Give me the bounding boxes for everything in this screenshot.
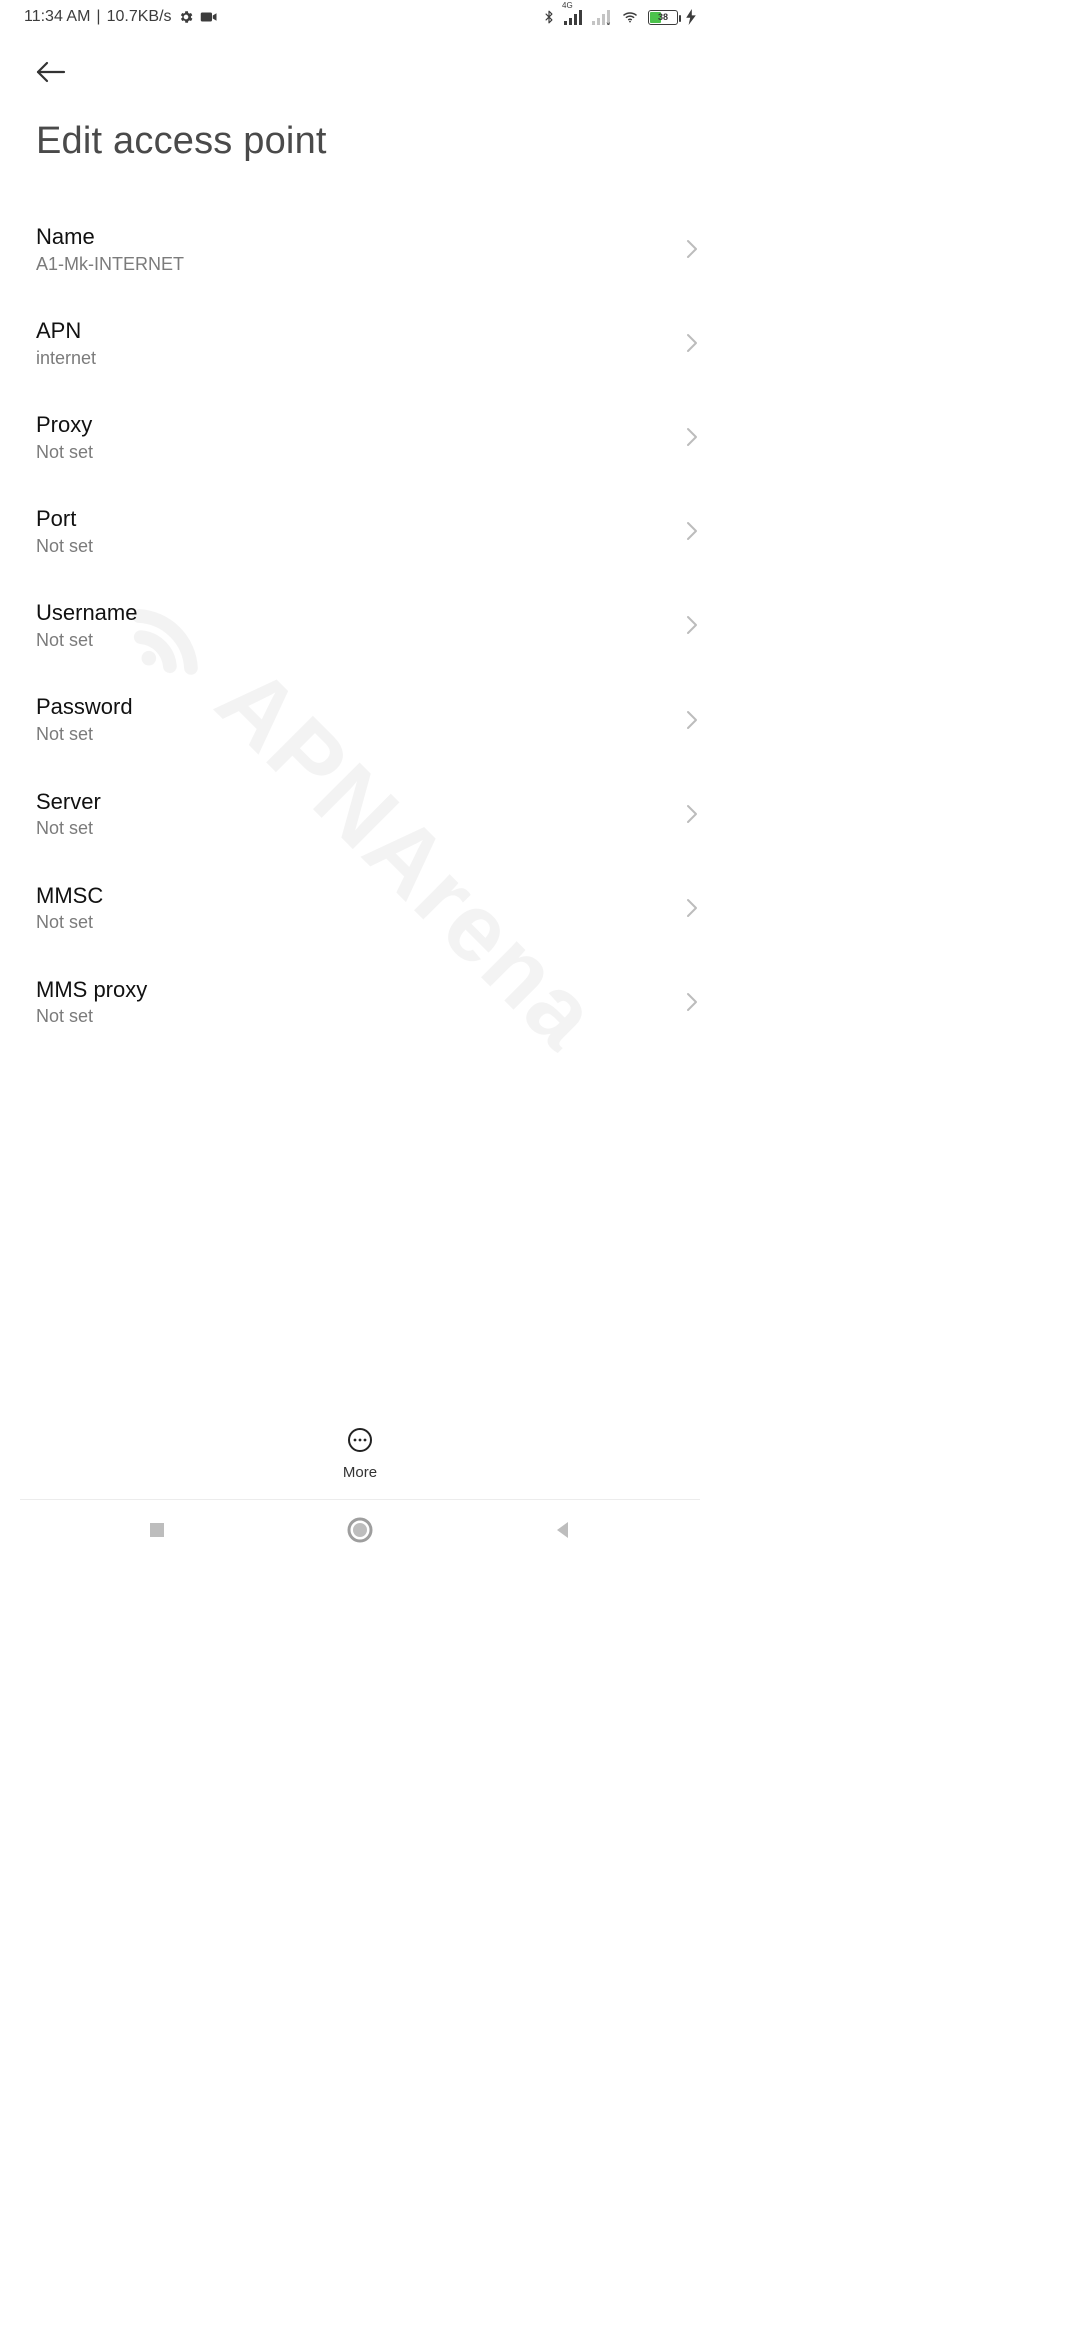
item-server[interactable]: Server Not set — [36, 768, 712, 862]
item-label: Port — [36, 505, 672, 533]
status-time: 11:34 AM — [24, 8, 90, 26]
item-password[interactable]: Password Not set — [36, 673, 712, 767]
nav-recent-button[interactable] — [137, 1510, 177, 1550]
fade-overlay — [0, 1370, 720, 1410]
item-username[interactable]: Username Not set — [36, 579, 712, 673]
item-port[interactable]: Port Not set — [36, 485, 712, 579]
svg-text:×: × — [606, 20, 611, 25]
item-value: Not set — [36, 818, 672, 840]
system-navbar — [0, 1500, 720, 1560]
item-name[interactable]: Name A1-Mk-INTERNET — [36, 203, 712, 297]
item-value: A1-Mk-INTERNET — [36, 254, 672, 276]
charging-icon — [686, 9, 696, 25]
square-icon — [147, 1520, 167, 1540]
page-title: Edit access point — [36, 120, 684, 163]
signal-nosim-icon: × — [592, 9, 612, 25]
signal-4g-icon: 4G — [564, 9, 584, 25]
item-label: Proxy — [36, 411, 672, 439]
item-label: APN — [36, 317, 672, 345]
bottom-toolbar: More — [0, 1410, 720, 1498]
chevron-right-icon — [672, 710, 712, 730]
more-icon — [347, 1427, 373, 1458]
item-label: MMSC — [36, 882, 672, 910]
nav-back-button[interactable] — [543, 1510, 583, 1550]
circle-icon — [347, 1517, 373, 1543]
item-label: Server — [36, 788, 672, 816]
nav-home-button[interactable] — [340, 1510, 380, 1550]
triangle-left-icon — [553, 1520, 573, 1540]
settings-list: Name A1-Mk-INTERNET APN internet Proxy N… — [0, 203, 720, 1050]
battery-icon: 38 — [648, 10, 678, 25]
header: Edit access point — [0, 34, 720, 163]
item-value: Not set — [36, 912, 672, 934]
item-apn[interactable]: APN internet — [36, 297, 712, 391]
status-net-speed: 10.7KB/s — [107, 8, 172, 26]
chevron-right-icon — [672, 239, 712, 259]
wifi-icon — [620, 9, 640, 25]
more-button[interactable]: More — [343, 1427, 377, 1481]
item-value: Not set — [36, 1006, 672, 1028]
item-value: Not set — [36, 536, 672, 558]
video-icon — [200, 10, 218, 24]
status-separator: | — [96, 8, 100, 26]
item-label: MMS proxy — [36, 976, 672, 1004]
chevron-right-icon — [672, 804, 712, 824]
chevron-right-icon — [672, 992, 712, 1012]
item-value: Not set — [36, 442, 672, 464]
more-label: More — [343, 1464, 377, 1481]
back-button[interactable] — [36, 52, 76, 92]
item-value: internet — [36, 348, 672, 370]
item-value: Not set — [36, 724, 672, 746]
item-label: Password — [36, 693, 672, 721]
status-bar: 11:34 AM | 10.7KB/s 4G × 38 — [0, 0, 720, 34]
bluetooth-icon — [542, 8, 556, 26]
item-label: Username — [36, 599, 672, 627]
gear-icon — [178, 9, 194, 25]
chevron-right-icon — [672, 615, 712, 635]
chevron-right-icon — [672, 333, 712, 353]
item-mms-proxy[interactable]: MMS proxy Not set — [36, 956, 712, 1050]
item-mmsc[interactable]: MMSC Not set — [36, 862, 712, 956]
item-label: Name — [36, 223, 672, 251]
chevron-right-icon — [672, 898, 712, 918]
chevron-right-icon — [672, 427, 712, 447]
item-value: Not set — [36, 630, 672, 652]
arrow-left-icon — [36, 61, 66, 83]
chevron-right-icon — [672, 521, 712, 541]
item-proxy[interactable]: Proxy Not set — [36, 391, 712, 485]
